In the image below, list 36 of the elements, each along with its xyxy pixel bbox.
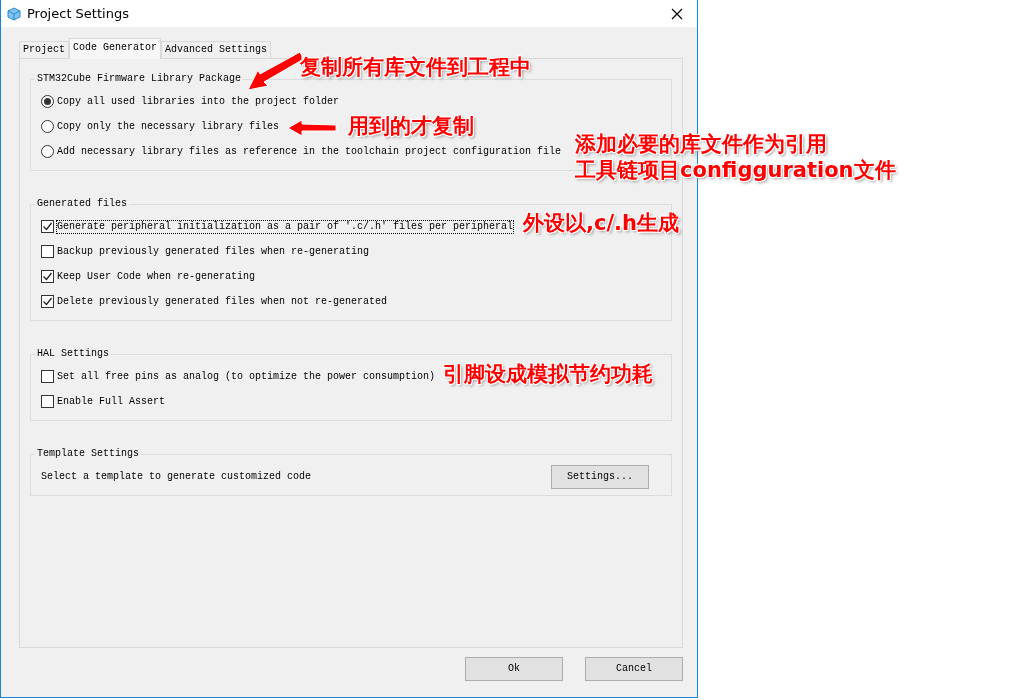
group-title: Template Settings bbox=[36, 448, 141, 460]
close-icon[interactable] bbox=[671, 7, 683, 20]
checkbox[interactable] bbox=[41, 395, 54, 408]
option-label: Set all free pins as analog (to optimize the power consumption) bbox=[57, 370, 436, 383]
option-label: Delete previously generated files when not re-generated bbox=[57, 295, 388, 308]
window-title: Project Settings bbox=[27, 4, 129, 23]
option-label: Enable Full Assert bbox=[57, 395, 166, 408]
option-label: Copy only the necessary library files bbox=[57, 120, 280, 133]
tab[interactable]: Project bbox=[19, 41, 69, 58]
group-title: STM32Cube Firmware Library Package bbox=[36, 73, 243, 85]
dialog-button[interactable]: Ok bbox=[465, 657, 563, 681]
group-title: HAL Settings bbox=[36, 348, 110, 360]
group-title: Generated files bbox=[36, 198, 128, 210]
option-label: Copy all used libraries into the project folder bbox=[57, 95, 340, 108]
checkbox[interactable] bbox=[41, 220, 54, 233]
tab[interactable]: Code Generator bbox=[69, 38, 162, 59]
annotation-text: 外设以,c/.h生成 bbox=[523, 210, 680, 236]
annotation-text: 复制所有库文件到工程中 bbox=[300, 54, 531, 80]
annotation-text: 引脚设成模拟节约功耗 bbox=[443, 361, 653, 387]
settings-button[interactable]: Settings... bbox=[551, 464, 649, 489]
checkbox[interactable] bbox=[41, 245, 54, 258]
radio-button[interactable] bbox=[41, 120, 54, 133]
option-label: Generate peripheral initialization as a pair of '.c/.h' files per peripheral bbox=[57, 220, 514, 233]
option-label: Add necessary library files as reference in the toolchain project configuration file bbox=[57, 145, 562, 158]
checkbox[interactable] bbox=[41, 295, 54, 308]
tab[interactable]: Advanced Settings bbox=[161, 41, 272, 58]
cube-icon bbox=[7, 6, 21, 21]
checkbox[interactable] bbox=[41, 370, 54, 383]
radio-button[interactable] bbox=[41, 145, 54, 158]
annotation-text: 用到的才复制 bbox=[348, 113, 474, 139]
option-label: Select a template to generate customized code bbox=[41, 470, 312, 483]
option-label: Backup previously generated files when re-generating bbox=[57, 245, 370, 258]
radio-button[interactable] bbox=[41, 95, 54, 108]
checkbox[interactable] bbox=[41, 270, 54, 283]
option-label: Keep User Code when re-generating bbox=[57, 270, 256, 283]
dialog-button[interactable]: Cancel bbox=[585, 657, 683, 681]
